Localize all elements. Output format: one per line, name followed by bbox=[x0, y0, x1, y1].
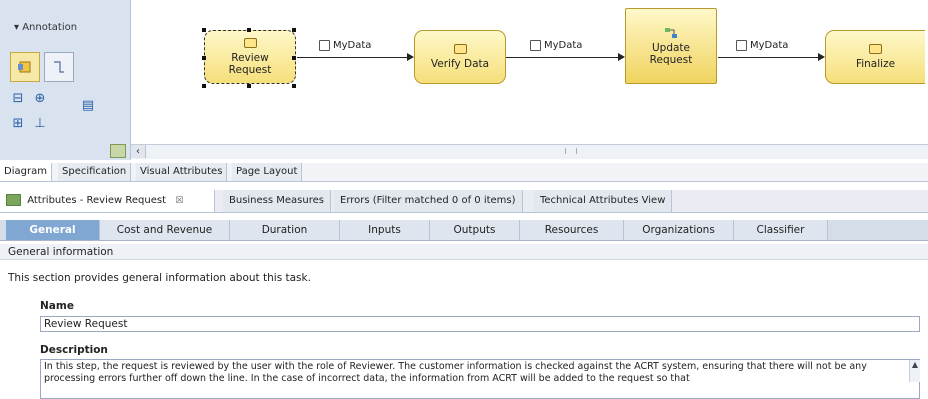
task-update-request[interactable]: Update Request bbox=[625, 8, 717, 84]
task-label: Update Request bbox=[649, 41, 693, 66]
data-object-icon bbox=[736, 40, 747, 51]
task-icon bbox=[869, 44, 882, 54]
tab-errors[interactable]: Errors (Filter matched 0 of 0 items) bbox=[334, 190, 523, 212]
diagram-canvas[interactable]: Review Request MyData Verify Data MyData… bbox=[131, 0, 928, 160]
section-header: General information bbox=[0, 244, 928, 260]
selection-handle[interactable] bbox=[247, 28, 251, 32]
data-object-icon bbox=[319, 40, 330, 51]
connector-tool-button[interactable] bbox=[44, 52, 74, 82]
name-field[interactable]: Review Request bbox=[40, 316, 920, 332]
properties-view-tabs: Attributes - Review Request ☒ Business M… bbox=[0, 190, 928, 213]
name-label: Name bbox=[40, 300, 74, 312]
connector-line[interactable] bbox=[506, 57, 618, 58]
task-icon bbox=[453, 44, 467, 54]
palette-annotation-drawer[interactable]: ▾ Annotation bbox=[14, 22, 77, 33]
tab-technical-attributes[interactable]: Technical Attributes View bbox=[534, 190, 673, 212]
connector-line[interactable] bbox=[718, 57, 818, 58]
tab-business-measures[interactable]: Business Measures bbox=[223, 190, 331, 212]
align-horizontal-icon[interactable]: ⊟ bbox=[10, 90, 26, 106]
attribute-sub-tabs: General Cost and Revenue Duration Inputs… bbox=[0, 220, 928, 241]
distribute-icon[interactable]: ⊞ bbox=[10, 115, 26, 131]
palette-drawer-label: Annotation bbox=[22, 22, 78, 33]
description-label: Description bbox=[40, 344, 108, 356]
task-review-request[interactable]: Review Request bbox=[204, 30, 296, 84]
subtab-organizations[interactable]: Organizations bbox=[624, 220, 734, 240]
palette-panel: ▾ Annotation ⊟ ⊕ ▤ ⊞ ⊥ bbox=[0, 0, 131, 160]
attributes-icon bbox=[6, 194, 21, 206]
connector-line[interactable] bbox=[297, 57, 407, 58]
tab-page-layout[interactable]: Page Layout bbox=[232, 163, 303, 181]
scroll-thumb-grip[interactable] bbox=[565, 148, 577, 154]
subtab-inputs[interactable]: Inputs bbox=[340, 220, 430, 240]
task-label: Finalize bbox=[855, 58, 896, 70]
selection-handle[interactable] bbox=[292, 56, 296, 60]
task-label: Review Request bbox=[228, 52, 272, 76]
close-icon[interactable]: ☒ bbox=[175, 196, 183, 206]
tab-attributes[interactable]: Attributes - Review Request ☒ bbox=[0, 190, 215, 212]
chevron-down-icon: ▾ bbox=[14, 22, 20, 33]
general-section-content: General information This section provide… bbox=[0, 244, 928, 399]
align-vertical-icon[interactable]: ⊕ bbox=[32, 90, 48, 106]
connector-label: MyData bbox=[736, 40, 788, 51]
tab-specification[interactable]: Specification bbox=[58, 163, 132, 181]
selection-handle[interactable] bbox=[202, 56, 206, 60]
connector-label: MyData bbox=[530, 40, 582, 51]
scroll-left-button[interactable]: ‹ bbox=[131, 145, 146, 158]
selection-handle[interactable] bbox=[292, 84, 296, 88]
task-verify-data[interactable]: Verify Data bbox=[414, 30, 506, 84]
subtab-classifier[interactable]: Classifier bbox=[734, 220, 828, 240]
tab-diagram[interactable]: Diagram bbox=[0, 163, 52, 181]
task-label: Verify Data bbox=[430, 58, 490, 70]
task-finalize[interactable]: Finalize bbox=[825, 30, 925, 84]
palette-grid-icon[interactable] bbox=[110, 144, 126, 158]
selection-handle[interactable] bbox=[202, 84, 206, 88]
list-layout-icon[interactable]: ▤ bbox=[80, 97, 96, 113]
data-object-icon bbox=[530, 40, 541, 51]
annotation-tool-button[interactable] bbox=[10, 52, 40, 82]
center-icon[interactable]: ⊥ bbox=[32, 115, 48, 131]
subtab-duration[interactable]: Duration bbox=[230, 220, 340, 240]
selection-handle[interactable] bbox=[247, 84, 251, 88]
tab-visual-attributes[interactable]: Visual Attributes bbox=[136, 163, 228, 181]
subtab-cost-and-revenue[interactable]: Cost and Revenue bbox=[100, 220, 230, 240]
subtab-general[interactable]: General bbox=[6, 220, 100, 240]
connector-label: MyData bbox=[319, 40, 371, 51]
elbow-connector-icon bbox=[54, 61, 64, 73]
arrow-head-icon bbox=[407, 53, 414, 61]
task-icon bbox=[243, 38, 257, 48]
note-icon bbox=[18, 61, 31, 73]
arrow-head-icon bbox=[818, 53, 825, 61]
section-description: This section provides general informatio… bbox=[8, 272, 311, 284]
arrow-head-icon bbox=[618, 53, 625, 61]
description-field[interactable]: In this step, the request is reviewed by… bbox=[40, 359, 920, 399]
selection-handle[interactable] bbox=[202, 28, 206, 32]
canvas-horizontal-scrollbar[interactable]: ‹ bbox=[131, 144, 928, 159]
subprocess-icon bbox=[665, 27, 677, 38]
subtab-outputs[interactable]: Outputs bbox=[430, 220, 520, 240]
selection-handle[interactable] bbox=[292, 28, 296, 32]
subtab-resources[interactable]: Resources bbox=[520, 220, 624, 240]
editor-tabs: Diagram Specification Visual Attributes … bbox=[0, 163, 928, 182]
description-scroll-up-button[interactable]: ▲ bbox=[909, 360, 920, 382]
